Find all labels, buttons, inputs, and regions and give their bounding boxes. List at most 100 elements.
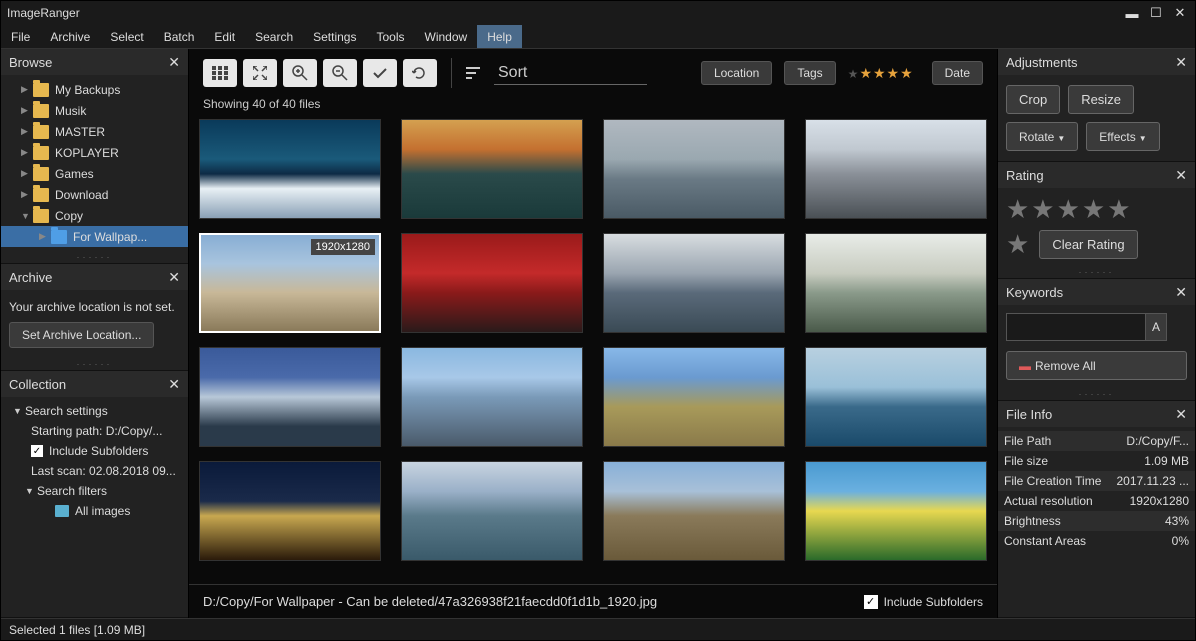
chevron-down-icon[interactable]: ▼ [21,211,33,221]
folder-row[interactable]: ▶KOPLAYER [1,142,188,163]
resize-handle[interactable]: ······ [998,388,1195,400]
thumbnail[interactable] [805,233,987,333]
tags-button[interactable]: Tags [784,61,835,85]
menu-edit[interactable]: Edit [204,25,245,48]
close-icon[interactable]: ✕ [1175,284,1187,301]
folder-row[interactable]: ▼Copy [1,205,188,226]
status-text: Selected 1 files [1.09 MB] [9,623,145,637]
thumbnail[interactable] [603,347,785,447]
close-icon[interactable]: ✕ [168,376,180,393]
checkbox-icon[interactable]: ✓ [864,595,878,609]
resize-handle[interactable]: ······ [998,266,1195,278]
refresh-icon[interactable] [403,59,437,87]
chevron-right-icon[interactable]: ▶ [21,168,33,179]
menu-select[interactable]: Select [100,25,153,48]
thumbnail[interactable] [401,347,583,447]
include-subfolders-row[interactable]: ✓Include Subfolders [1,441,188,461]
folder-row[interactable]: ▶MASTER [1,121,188,142]
folder-icon [51,230,67,244]
rating-stars[interactable]: ★★★★★ [1006,194,1187,225]
menu-search[interactable]: Search [245,25,303,48]
menu-help[interactable]: Help [477,25,522,48]
folder-row[interactable]: ▶Musik [1,100,188,121]
folder-row[interactable]: ▶For Wallpap... [1,226,188,247]
close-icon[interactable]: ✕ [168,269,180,286]
right-sidebar: Adjustments✕ Crop Resize Rotate▼ Effects… [997,49,1195,618]
close-icon[interactable]: ✕ [1175,167,1187,184]
thumbnail[interactable] [805,347,987,447]
menu-file[interactable]: File [1,25,40,48]
check-icon[interactable] [363,59,397,87]
folder-row[interactable]: ▶My Backups [1,79,188,100]
last-scan-row: Last scan: 02.08.2018 09... [1,461,188,481]
checkbox-icon[interactable]: ✓ [31,445,43,457]
menu-window[interactable]: Window [415,25,478,48]
search-settings-row[interactable]: ▼Search settings [1,401,188,421]
thumbnail[interactable]: 1920x1280 [199,233,381,333]
close-icon[interactable]: ✕ [168,54,180,71]
thumbnail[interactable] [603,461,785,561]
thumbnail[interactable] [401,461,583,561]
thumbnail[interactable] [805,461,987,561]
info-value: 2017.11.23 ... [1116,474,1189,488]
menu-settings[interactable]: Settings [303,25,366,48]
thumbnail[interactable] [603,233,785,333]
crop-button[interactable]: Crop [1006,85,1060,114]
chevron-right-icon[interactable]: ▶ [39,231,51,242]
fullscreen-icon[interactable] [243,59,277,87]
remove-all-button[interactable]: ▬Remove All [1006,351,1187,380]
sort-icon[interactable] [466,67,480,79]
chevron-right-icon[interactable]: ▶ [21,147,33,158]
keyword-input[interactable] [1006,313,1146,341]
close-icon[interactable]: ✕ [1175,406,1187,423]
menu-batch[interactable]: Batch [154,25,205,48]
star-icon[interactable]: ★ [1006,229,1031,260]
close-icon[interactable]: ✕ [1171,4,1189,22]
file-path: D:/Copy/For Wallpaper - Can be deleted/4… [203,594,864,609]
maximize-icon[interactable]: ☐ [1147,4,1165,22]
chevron-right-icon[interactable]: ▶ [21,189,33,200]
rating-filter[interactable]: ★★★★★ [848,65,914,82]
chevron-right-icon[interactable]: ▶ [21,84,33,95]
zoom-out-icon[interactable] [323,59,357,87]
grid-view-icon[interactable] [203,59,237,87]
path-bar: D:/Copy/For Wallpaper - Can be deleted/4… [189,584,997,618]
effects-button[interactable]: Effects▼ [1086,122,1159,151]
info-key: Brightness [1004,514,1165,528]
resize-handle[interactable]: ······ [1,251,188,263]
add-keyword-button[interactable]: A [1145,313,1167,341]
thumbnail[interactable] [199,461,381,561]
thumbnail[interactable] [603,119,785,219]
thumbnail[interactable] [401,233,583,333]
resize-handle[interactable]: ······ [1,358,188,370]
minus-icon: ▬ [1019,359,1031,373]
rotate-button[interactable]: Rotate▼ [1006,122,1078,151]
thumbnail[interactable] [401,119,583,219]
adjustments-panel: Adjustments✕ Crop Resize Rotate▼ Effects… [998,49,1195,162]
location-button[interactable]: Location [701,61,772,85]
menu-tools[interactable]: Tools [366,25,414,48]
chevron-right-icon[interactable]: ▶ [21,105,33,116]
zoom-in-icon[interactable] [283,59,317,87]
search-filters-row[interactable]: ▼Search filters [1,481,188,501]
starting-path-row[interactable]: Starting path: D:/Copy/... [1,421,188,441]
thumbnail[interactable] [199,347,381,447]
folder-row[interactable]: ▶Download [1,184,188,205]
archive-panel: Archive ✕ Your archive location is not s… [1,264,188,371]
set-archive-button[interactable]: Set Archive Location... [9,322,154,348]
clear-rating-button[interactable]: Clear Rating [1039,230,1137,259]
resize-button[interactable]: Resize [1068,85,1134,114]
chevron-right-icon[interactable]: ▶ [21,126,33,137]
thumbnail[interactable] [199,119,381,219]
folder-row[interactable]: ▶Games [1,163,188,184]
sort-label[interactable]: Sort [494,62,647,85]
browse-tree: ▶My Backups▶Musik▶MASTER▶KOPLAYER▶Games▶… [1,75,188,251]
minimize-icon[interactable]: ▬ [1123,4,1141,22]
date-button[interactable]: Date [932,61,983,85]
folder-icon [33,104,49,118]
all-images-row[interactable]: All images [1,501,188,521]
thumbnail[interactable] [805,119,987,219]
close-icon[interactable]: ✕ [1175,54,1187,71]
toolbar: Sort Location Tags ★★★★★ Date [189,49,997,97]
menu-archive[interactable]: Archive [40,25,100,48]
